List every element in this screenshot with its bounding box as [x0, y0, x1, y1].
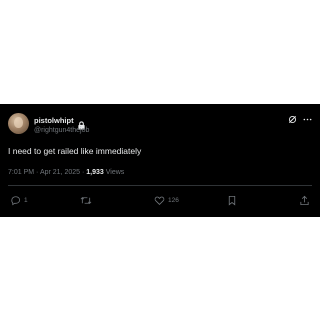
display-name[interactable]: pistolwhipt	[34, 116, 74, 126]
views-count: 1,933	[86, 169, 104, 176]
avatar[interactable]	[8, 113, 29, 134]
more-options-icon[interactable]	[303, 115, 312, 124]
tweet-date[interactable]: Apr 21, 2025	[40, 169, 80, 176]
author-handle[interactable]: @rightgun4thejob	[34, 126, 89, 135]
retweet-button[interactable]	[80, 194, 95, 206]
share-button[interactable]	[299, 194, 310, 206]
like-count: 126	[168, 196, 179, 204]
tweet-meta: 7:01 PM · Apr 21, 2025 · 1,933 Views	[8, 168, 124, 177]
meta-separator: ·	[81, 169, 85, 176]
heart-icon	[154, 195, 165, 206]
reply-button[interactable]: 1	[10, 194, 28, 206]
bookmark-icon	[227, 195, 237, 206]
tweet-time[interactable]: 7:01 PM	[8, 169, 34, 176]
lock-icon	[77, 117, 86, 130]
reply-icon	[10, 195, 21, 206]
share-icon	[299, 195, 310, 206]
views-label: Views	[105, 169, 125, 176]
meta-separator: ·	[36, 169, 39, 176]
reply-count: 1	[24, 196, 28, 204]
tweet-text: I need to get railed like immediately	[8, 146, 142, 156]
bookmark-button[interactable]	[227, 194, 237, 206]
retweet-icon	[80, 195, 92, 206]
grok-icon[interactable]	[288, 115, 297, 124]
top-actions	[288, 115, 312, 124]
like-button[interactable]: 126	[154, 194, 179, 206]
divider	[8, 185, 312, 186]
tweet-card: pistolwhipt @rightgun4thejob I need to g…	[0, 104, 320, 217]
